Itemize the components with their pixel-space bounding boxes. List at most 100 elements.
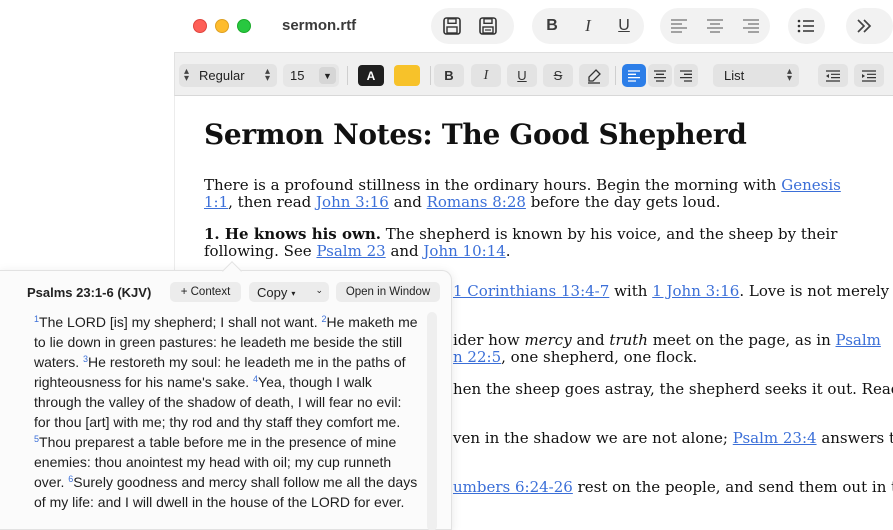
indent-icon bbox=[862, 69, 876, 82]
updown-chevron-icon: ▴ ▾ bbox=[786, 66, 792, 84]
highlighter-button[interactable] bbox=[579, 64, 609, 87]
list-style-select[interactable]: List ▴ ▾ bbox=[713, 64, 799, 87]
window-minimize-button[interactable] bbox=[215, 19, 229, 33]
text-color-swatch[interactable]: A bbox=[358, 65, 384, 86]
text-run: hen the sheep goes astray, the shepherd … bbox=[453, 380, 893, 398]
text-format-toolbar-group: B I U bbox=[532, 8, 644, 44]
document-body[interactable]: Sermon Notes: The Good Shepherd There is… bbox=[204, 118, 893, 496]
paragraph-fragment: n 22:5, one shepherd, one flock. bbox=[453, 349, 697, 366]
verse-reference: Psalms 23:1-6 (KJV) bbox=[27, 285, 152, 300]
scripture-link[interactable]: Psalm 23 bbox=[316, 242, 385, 260]
window-title: sermon.rtf bbox=[282, 17, 357, 34]
text-run: , then read bbox=[228, 193, 317, 211]
font-size-value: 15 bbox=[290, 68, 305, 83]
align-left-icon bbox=[628, 69, 640, 82]
scripture-link[interactable]: John 3:16 bbox=[316, 193, 389, 211]
add-context-button[interactable]: + Context bbox=[170, 282, 241, 302]
text-run: rest on the people, and send them out in… bbox=[572, 478, 893, 496]
verse: The LORD [is] my shepherd; I shall not w… bbox=[39, 314, 322, 330]
divider bbox=[430, 66, 431, 85]
text-run: . Love is not merely felt; bbox=[739, 282, 893, 300]
bullet-list-button[interactable] bbox=[788, 8, 824, 44]
chevron-down-icon[interactable]: ▼ bbox=[319, 67, 336, 84]
save-as-icon bbox=[479, 17, 497, 35]
text-run: and bbox=[385, 242, 424, 260]
paragraph-fragment: ider how mercy and truth meet on the pag… bbox=[453, 332, 881, 349]
text-run: with bbox=[609, 282, 653, 300]
more-toolbar-group bbox=[846, 8, 893, 44]
divider bbox=[347, 66, 348, 85]
highlight-color-swatch[interactable] bbox=[394, 65, 420, 86]
underline-button[interactable]: U bbox=[606, 8, 642, 44]
text-run: ider how bbox=[453, 331, 525, 349]
format-strikethrough-button[interactable]: S bbox=[543, 64, 573, 87]
align-center-icon bbox=[707, 19, 723, 33]
italic-button[interactable]: I bbox=[570, 8, 606, 44]
save-icon bbox=[443, 17, 461, 35]
format-align-right-button[interactable] bbox=[674, 64, 698, 87]
format-underline-button[interactable]: U bbox=[507, 64, 537, 87]
format-align-left-button[interactable] bbox=[622, 64, 646, 87]
outdent-icon bbox=[826, 69, 840, 82]
popover-scrollbar[interactable] bbox=[427, 312, 437, 530]
document-heading: Sermon Notes: The Good Shepherd bbox=[204, 118, 747, 151]
text-run: , one shepherd, one flock. bbox=[501, 348, 698, 366]
text-run: There is a profound stillness in the ord… bbox=[204, 176, 782, 194]
paragraph-fragment: ven in the shadow we are not alone; Psal… bbox=[453, 430, 893, 447]
save-button[interactable] bbox=[434, 8, 470, 44]
emphasis: truth bbox=[609, 331, 648, 349]
align-center-icon bbox=[654, 69, 666, 82]
scripture-link[interactable]: n 22:5 bbox=[453, 348, 501, 366]
format-align-center-button[interactable] bbox=[648, 64, 672, 87]
paragraph-style-select[interactable]: ▴ ▾ Regular ▴ ▾ bbox=[179, 64, 277, 87]
text-run: before the day gets loud. bbox=[525, 193, 721, 211]
format-bold-button[interactable]: B bbox=[434, 64, 464, 87]
align-center-button[interactable] bbox=[697, 8, 733, 44]
window-zoom-button[interactable] bbox=[237, 19, 251, 33]
chevron-down-icon[interactable]: ⌄ bbox=[315, 285, 323, 296]
align-right-icon bbox=[743, 19, 759, 33]
format-italic-button[interactable]: I bbox=[471, 64, 501, 87]
text-run: and bbox=[388, 193, 427, 211]
scripture-link[interactable]: umbers 6:24-26 bbox=[453, 478, 573, 496]
paragraph: 1. He knows his own. The shepherd is kno… bbox=[204, 226, 874, 260]
paragraph-fragment: 1 Corinthians 13:4-7 with 1 John 3:16. L… bbox=[453, 283, 893, 300]
more-tools-button[interactable] bbox=[846, 8, 882, 44]
updown-chevron-icon: ▴ ▾ bbox=[184, 66, 190, 84]
text-run: and bbox=[571, 331, 610, 349]
save-as-button[interactable] bbox=[470, 8, 506, 44]
scripture-link[interactable]: Romans 8:28 bbox=[427, 193, 526, 211]
list-toolbar-group bbox=[788, 8, 825, 44]
verse-text: 1The LORD [is] my shepherd; I shall not … bbox=[34, 312, 419, 512]
bold-button[interactable]: B bbox=[534, 8, 570, 44]
paragraph-style-value: Regular bbox=[199, 68, 245, 83]
list-style-value: List bbox=[724, 68, 745, 83]
scripture-link[interactable]: 1 Corinthians 13:4-7 bbox=[453, 282, 609, 300]
point-heading: 1. He knows his own. bbox=[204, 225, 382, 243]
scripture-link[interactable]: Psalm bbox=[836, 331, 881, 349]
align-left-icon bbox=[671, 19, 687, 33]
copy-button[interactable]: Copy ▾ ⌄ bbox=[249, 282, 329, 302]
decrease-indent-button[interactable] bbox=[818, 64, 848, 87]
caret-down-icon: ▾ bbox=[291, 288, 296, 298]
scripture-link[interactable]: Psalm 23:4 bbox=[733, 429, 817, 447]
verse: Surely goodness and mercy shall follow m… bbox=[34, 474, 418, 510]
copy-label: Copy bbox=[257, 284, 288, 300]
increase-indent-button[interactable] bbox=[854, 64, 884, 87]
scripture-link[interactable]: John 10:14 bbox=[423, 242, 505, 260]
font-size-field[interactable]: 15 ▼ bbox=[283, 64, 339, 87]
align-right-button[interactable] bbox=[733, 8, 769, 44]
align-right-icon bbox=[680, 69, 692, 82]
window-close-button[interactable] bbox=[193, 19, 207, 33]
open-in-window-button[interactable]: Open in Window bbox=[336, 282, 440, 302]
align-left-button[interactable] bbox=[661, 8, 697, 44]
paragraph: There is a profound stillness in the ord… bbox=[204, 177, 874, 211]
alignment-toolbar-group bbox=[660, 8, 770, 44]
scripture-link[interactable]: 1 John 3:16 bbox=[652, 282, 739, 300]
bullet-list-icon bbox=[797, 19, 814, 33]
paragraph-fragment: hen the sheep goes astray, the shepherd … bbox=[453, 381, 893, 398]
updown-chevron-icon: ▴ ▾ bbox=[264, 66, 270, 84]
text-run: ven in the shadow we are not alone; bbox=[453, 429, 733, 447]
chevron-double-right-icon bbox=[857, 19, 872, 33]
text-run: answers the bbox=[821, 429, 893, 447]
